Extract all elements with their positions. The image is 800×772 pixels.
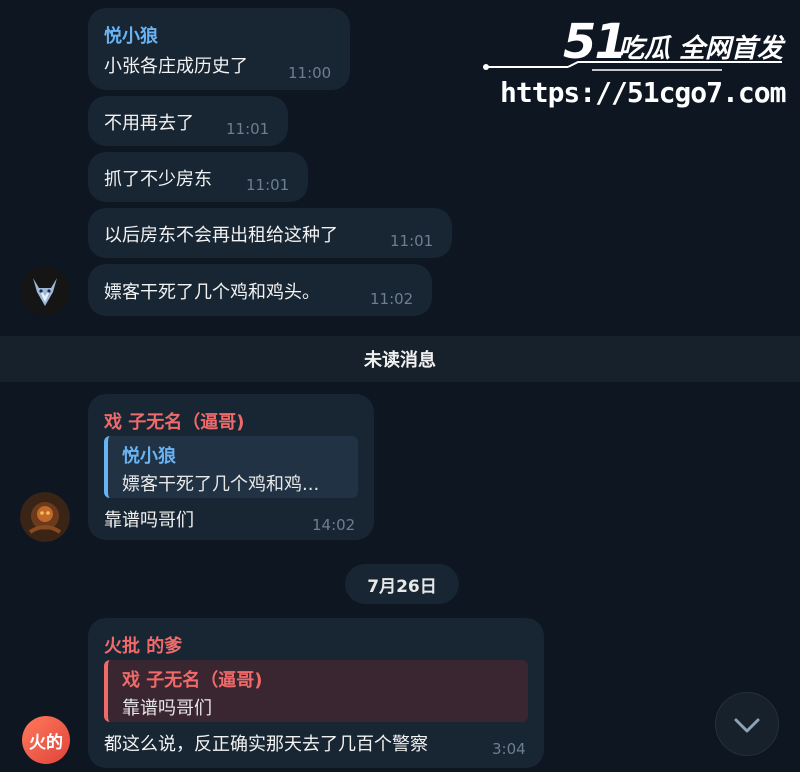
sender-name[interactable]: 悦小狼: [104, 22, 158, 48]
unread-divider: 未读消息: [0, 336, 800, 382]
message-text: 不用再去了: [104, 113, 194, 134]
message-bubble[interactable]: 抓了不少房东 11:01: [88, 152, 308, 202]
message-time: 11:02: [370, 290, 414, 308]
sender-name[interactable]: 戏 子无名（逼哥): [104, 408, 245, 434]
watermark-url: https://51cgo7.com: [500, 76, 786, 109]
quote-text: 嫖客干死了几个鸡和鸡...: [122, 474, 320, 495]
avatar-initials: 火的: [29, 732, 63, 753]
message-time: 14:02: [312, 516, 356, 534]
scroll-down-button[interactable]: [715, 692, 779, 756]
message-text: 嫖客干死了几个鸡和鸡头。: [104, 282, 320, 303]
message-text: 小张各庄成历史了: [104, 56, 248, 77]
sender-name[interactable]: 火批 的爹: [104, 632, 182, 658]
date-separator: 7月26日: [345, 564, 459, 604]
unread-divider-label: 未读消息: [364, 350, 436, 371]
message-bubble[interactable]: 嫖客干死了几个鸡和鸡头。 11:02: [88, 264, 432, 316]
message-time: 11:00: [288, 64, 332, 82]
message-bubble[interactable]: 以后房东不会再出租给这种了 11:01: [88, 208, 452, 258]
circuit-line-icon: [483, 61, 782, 71]
wolf-avatar-icon[interactable]: [20, 266, 70, 316]
date-separator-label: 7月26日: [367, 576, 437, 597]
message-text: 都这么说，反正确实那天去了几百个警察: [104, 734, 428, 755]
quote-sender-name: 悦小狼: [122, 446, 176, 467]
reply-message-bubble[interactable]: 戏 子无名（逼哥) 悦小狼 嫖客干死了几个鸡和鸡... 靠谱吗哥们 14:02: [88, 394, 374, 540]
quoted-message[interactable]: 戏 子无名（逼哥) 靠谱吗哥们: [104, 660, 528, 722]
character-avatar-icon[interactable]: [20, 492, 70, 542]
message-time: 3:04: [492, 740, 526, 758]
quote-text: 靠谱吗哥们: [122, 698, 212, 719]
message-text: 以后房东不会再出租给这种了: [104, 225, 338, 246]
quoted-message[interactable]: 悦小狼 嫖客干死了几个鸡和鸡...: [104, 436, 358, 498]
message-text: 抓了不少房东: [104, 169, 212, 190]
reply-message-bubble[interactable]: 火批 的爹 戏 子无名（逼哥) 靠谱吗哥们 都这么说，反正确实那天去了几百个警察…: [88, 618, 544, 768]
quote-sender-name: 戏 子无名（逼哥): [122, 670, 263, 691]
message-text: 靠谱吗哥们: [104, 510, 194, 531]
message-bubble[interactable]: 悦小狼 小张各庄成历史了 11:00: [88, 8, 350, 90]
chevron-down-icon: [734, 718, 760, 733]
message-bubble[interactable]: 不用再去了 11:01: [88, 96, 288, 146]
message-time: 11:01: [226, 120, 270, 138]
message-time: 11:01: [390, 232, 434, 250]
message-time: 11:01: [246, 176, 290, 194]
user-avatar[interactable]: 火的: [22, 716, 70, 764]
